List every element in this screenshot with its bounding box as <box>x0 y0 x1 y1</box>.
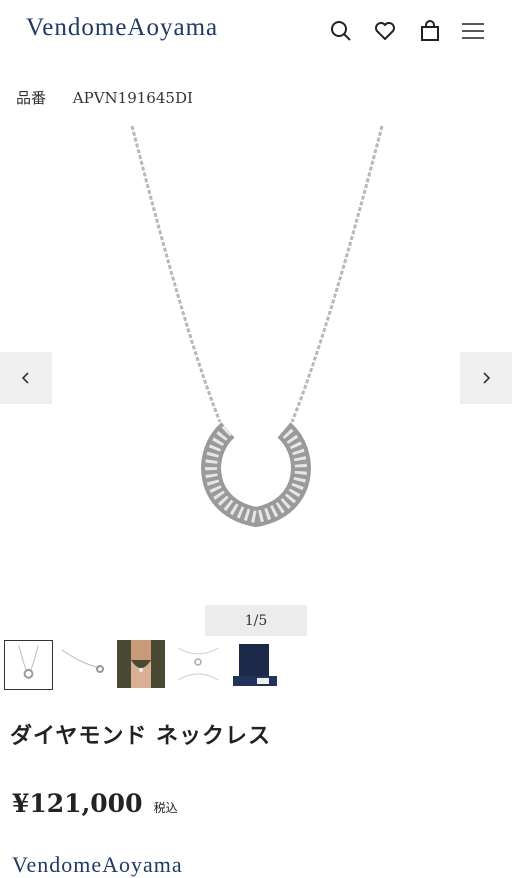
heart-icon[interactable] <box>372 18 398 44</box>
product-title: ダイヤモンド ネックレス <box>10 723 271 749</box>
thumbnail-5[interactable] <box>231 640 279 688</box>
product-main-image[interactable] <box>52 122 460 602</box>
product-code-value: APVN191645DI <box>72 89 193 107</box>
price-amount: ¥121,000 <box>12 789 143 818</box>
thumbnail-3[interactable] <box>117 640 165 688</box>
gallery-next-button[interactable] <box>460 352 512 404</box>
chevron-left-icon <box>21 372 29 384</box>
product-code: 品番 APVN191645DI <box>16 87 193 108</box>
shopping-bag-icon[interactable] <box>417 18 443 44</box>
site-header: VendomeAoyama <box>0 0 512 66</box>
product-code-label: 品番 <box>16 89 47 107</box>
brand-logo-footer: VendomeAoyama <box>12 852 183 877</box>
menu-icon[interactable] <box>460 18 486 44</box>
thumbnail-2[interactable] <box>60 640 108 688</box>
brand-logo[interactable]: VendomeAoyama <box>26 14 218 42</box>
gallery-prev-button[interactable] <box>0 352 52 404</box>
gallery-counter: 1/5 <box>205 605 307 636</box>
thumbnail-4[interactable] <box>174 640 222 688</box>
chevron-right-icon <box>483 372 491 384</box>
product-price: ¥121,000 税込 <box>12 789 178 818</box>
search-icon[interactable] <box>328 18 354 44</box>
tax-note: 税込 <box>153 801 178 815</box>
thumbnail-1[interactable] <box>4 640 53 690</box>
